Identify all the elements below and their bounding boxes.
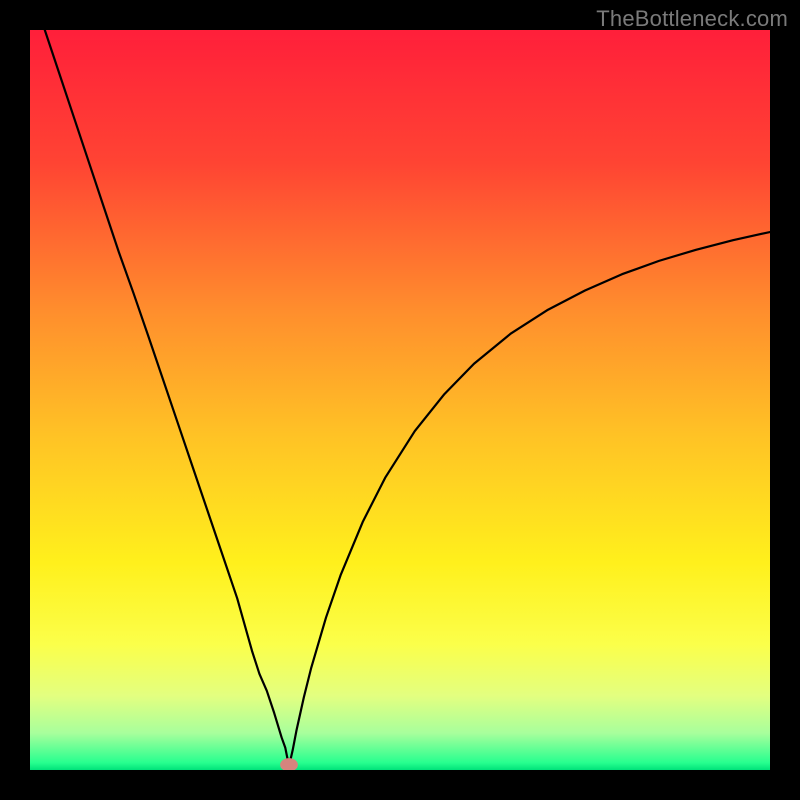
curve-layer	[30, 30, 770, 770]
minimum-marker	[280, 758, 298, 770]
chart-frame: TheBottleneck.com	[0, 0, 800, 800]
plot-area	[30, 30, 770, 770]
watermark-text: TheBottleneck.com	[596, 6, 788, 32]
bottleneck-curve	[30, 30, 770, 766]
